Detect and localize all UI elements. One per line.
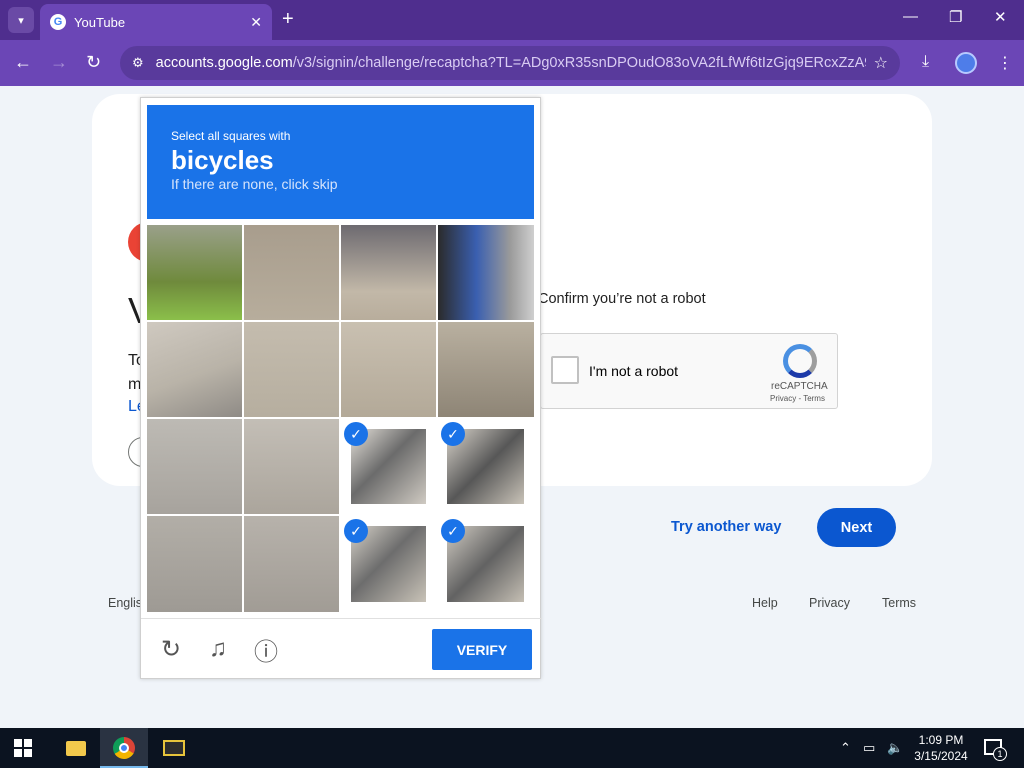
challenge-tile-3[interactable] [341,225,436,320]
tab-title: YouTube [74,14,126,30]
reload-icon[interactable]: ↻ [157,635,185,663]
challenge-hint: If there are none, click skip [171,176,338,192]
minimize-button[interactable]: — [903,8,918,25]
try-another-way-button[interactable]: Try another way [671,519,781,535]
close-tab-icon[interactable]: ✕ [250,14,262,31]
audio-challenge-icon[interactable]: ♫ [204,635,232,663]
tab-search-button[interactable]: ▾ [8,7,34,33]
tile-11-selected-check-icon: ✓ [344,422,368,446]
notification-count-badge: 1 [993,747,1007,761]
clock-time: 1:09 PM [918,733,964,747]
menu-kebab-icon[interactable]: ⋮ [997,53,1013,73]
challenge-tile-8[interactable] [438,322,534,417]
recaptcha-brand: reCAPTCHA [771,381,828,392]
file-explorer-icon[interactable] [52,728,100,768]
video-app-taskbar-icon[interactable] [150,728,198,768]
google-favicon-icon: G [50,14,66,30]
challenge-tile-1[interactable] [147,225,242,320]
network-icon[interactable]: ▭ [863,740,875,756]
clock-date: 3/15/2024 [914,749,968,763]
challenge-tile-4[interactable] [438,225,534,320]
confirm-robot-text: Confirm you’re not a robot [538,291,706,307]
help-link[interactable]: Help [752,596,778,610]
challenge-tile-7[interactable] [341,322,436,417]
terms-link[interactable]: Terms [882,596,916,610]
challenge-tile-14[interactable] [244,516,339,612]
back-button[interactable]: ← [14,52,32,73]
forward-button[interactable]: → [50,52,68,73]
challenge-tile-6[interactable] [244,322,339,417]
recaptcha-widget: I'm not a robot reCAPTCHA Privacy - Term… [540,333,838,409]
tile-15-selected-check-icon: ✓ [344,519,368,543]
challenge-header: Select all squares with bicycles If ther… [147,105,534,219]
url-host: accounts.google.com [155,55,293,71]
challenge-tile-10[interactable] [244,419,339,514]
windows-taskbar: ⌃ ▭ 🔈 1:09 PM 3/15/2024 1 [0,728,1024,768]
chrome-taskbar-icon[interactable] [100,728,148,768]
challenge-instruction: Select all squares with [171,129,291,143]
reload-button[interactable]: ↻ [86,52,101,73]
recaptcha-logo-icon [783,344,817,378]
recaptcha-challenge-popup: Select all squares with bicycles If ther… [140,97,542,680]
recaptcha-privacy-terms[interactable]: Privacy - Terms [770,394,825,403]
windows-start-icon[interactable] [14,739,32,757]
challenge-tile-2[interactable] [244,225,339,320]
show-hidden-icons-icon[interactable]: ⌃ [840,740,851,756]
language-selector[interactable]: Englis [108,596,142,610]
next-button[interactable]: Next [817,508,896,547]
url-text[interactable]: accounts.google.com/v3/signin/challenge/… [156,55,866,71]
tab-youtube[interactable]: G YouTube ✕ [40,4,272,40]
recaptcha-label: I'm not a robot [589,363,679,379]
info-icon[interactable]: ⓘ [252,635,280,666]
challenge-tile-13[interactable] [147,516,242,612]
profile-avatar-icon[interactable] [955,52,977,74]
challenge-footer: ↻ ♫ ⓘ VERIFY [141,618,542,680]
close-window-button[interactable]: ✕ [994,8,1007,26]
address-bar[interactable]: ⚙ accounts.google.com/v3/signin/challeng… [120,46,900,80]
browser-toolbar: ← → ↻ ⚙ accounts.google.com/v3/signin/ch… [0,40,1024,86]
recaptcha-checkbox[interactable] [551,356,579,384]
challenge-tile-5[interactable] [147,322,242,417]
volume-muted-icon[interactable]: 🔈 [887,740,903,756]
restore-button[interactable]: ❐ [949,8,962,26]
new-tab-button[interactable]: + [282,8,294,31]
browser-tab-bar: ▾ G YouTube ✕ + — ❐ ✕ [0,0,1024,40]
privacy-link[interactable]: Privacy [809,596,850,610]
tile-12-selected-check-icon: ✓ [441,422,465,446]
verify-button[interactable]: VERIFY [432,629,532,670]
url-path: /v3/signin/challenge/recaptcha?TL=ADg0xR… [292,55,866,71]
challenge-tile-9[interactable] [147,419,242,514]
site-info-icon[interactable]: ⚙ [132,55,144,71]
tile-16-selected-check-icon: ✓ [441,519,465,543]
system-clock[interactable]: 1:09 PM 3/15/2024 [906,732,976,764]
challenge-image-grid: ✓ ✓ ✓ ✓ [147,225,534,612]
challenge-keyword: bicycles [171,145,274,175]
bookmark-star-icon[interactable]: ☆ [874,53,888,73]
download-icon[interactable]: ⤓ [922,53,929,71]
